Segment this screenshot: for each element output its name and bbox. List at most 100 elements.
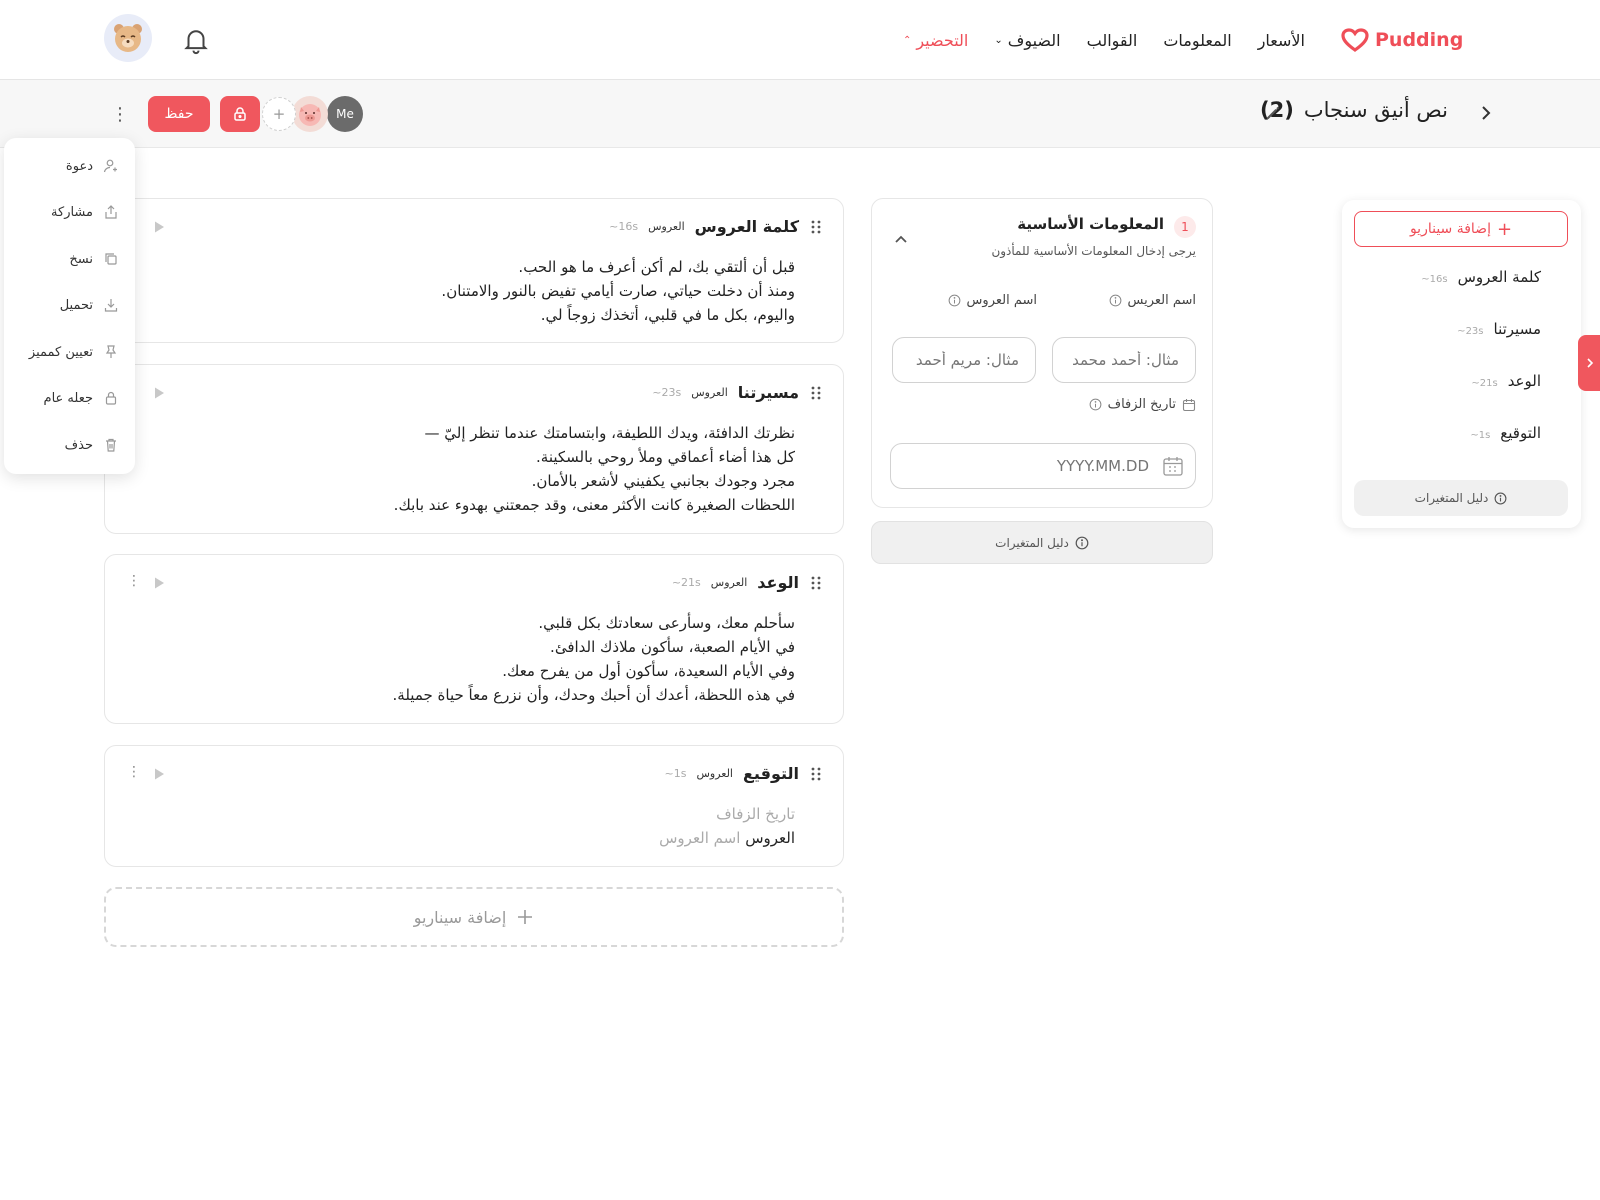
logo[interactable]: Pudding	[1341, 26, 1463, 54]
scenario-line: وفي الأيام السعيدة، سأكون أول من يفرح مع…	[502, 662, 795, 680]
scenario-title: الوعد	[757, 573, 799, 592]
chevron-down-icon: ⌄	[994, 34, 1003, 46]
scenario-text[interactable]: نظرتك الدافئة، ويدك اللطيفة، وابتسامتك ع…	[175, 421, 795, 517]
scenario-list-item[interactable]: مسيرتنا 23s~	[1457, 320, 1541, 338]
play-icon[interactable]	[151, 219, 167, 235]
menu-item-label: تعيين كمميز	[28, 344, 93, 360]
scenario-list-duration: 23s~	[1457, 326, 1484, 337]
user-plus-icon	[103, 159, 117, 173]
plus-icon: +	[1496, 218, 1513, 240]
scenario-list-item[interactable]: التوقيع 1s~	[1470, 424, 1541, 442]
scenario-duration: 1s~	[664, 767, 687, 780]
nav-templates[interactable]: القوالب	[1087, 31, 1138, 50]
variable-guide-button[interactable]: دليل المتغيرات	[1354, 480, 1568, 516]
add-scenario-label: إضافة سيناريو	[413, 907, 507, 927]
chevron-right-icon	[1587, 358, 1594, 368]
drag-handle-icon[interactable]	[809, 385, 823, 401]
info-icon	[1494, 492, 1507, 504]
user-avatar[interactable]	[104, 14, 152, 62]
variable-guide-button[interactable]: دليل المتغيرات	[871, 521, 1213, 564]
menu-item-pin[interactable]: تعيين كمميز	[29, 340, 119, 364]
bear-avatar-icon	[114, 24, 142, 52]
nav-preparation[interactable]: التحضير ⌃	[903, 31, 968, 50]
info-icon[interactable]	[1109, 294, 1122, 307]
scenario-role: العروس	[648, 220, 685, 233]
chevron-up-icon[interactable]	[892, 231, 910, 249]
menu-item-label: حذف	[64, 437, 93, 453]
logo-text: Pudding	[1375, 29, 1464, 51]
scenario-role: العروس	[710, 576, 748, 589]
bride-name-label: اسم العروس	[948, 293, 1037, 308]
bride-name-input[interactable]	[892, 337, 1036, 383]
groom-name-input[interactable]	[1052, 337, 1196, 383]
nav-info[interactable]: المعلومات	[1163, 31, 1231, 50]
more-options-icon[interactable]: ⋮	[127, 573, 141, 589]
scenario-list-title: الوعد	[1507, 372, 1541, 390]
drag-handle-icon[interactable]	[809, 766, 823, 782]
scenario-list-duration: 21s~	[1471, 378, 1498, 389]
collaborator-avatar-me[interactable]: Me	[327, 96, 363, 132]
more-options-menu: دعوة مشاركة نسخ تحميل تعيين كمميز جعله ع…	[4, 138, 135, 474]
menu-item-label: دعوة	[65, 158, 93, 174]
bell-icon[interactable]	[181, 25, 211, 55]
calendar-icon[interactable]	[1162, 455, 1184, 477]
field-label-text: اسم العروس	[966, 293, 1037, 308]
play-icon[interactable]	[151, 766, 167, 782]
scenario-card[interactable]: الوعد العروس 21s~ ⋮ سأحلم معك، وسأرعى سع…	[104, 554, 844, 724]
panel-title: المعلومات الأساسية	[1017, 215, 1164, 233]
nav-guests[interactable]: الضيوف ⌄	[994, 31, 1060, 50]
add-scenario-label: إضافة سيناريو	[1409, 221, 1491, 237]
wedding-date-input[interactable]	[890, 443, 1196, 489]
scenario-line: ومنذ أن دخلت حياتي، صارت أيامي تفيض بالن…	[441, 282, 795, 300]
drag-handle-icon[interactable]	[809, 575, 823, 591]
variable-wedding-date: تاريخ الزفاف	[716, 805, 795, 823]
more-options-icon[interactable]: ⋮	[127, 764, 141, 780]
pencil-icon[interactable]	[1264, 104, 1282, 122]
add-scenario-button[interactable]: + إضافة سيناريو	[1354, 211, 1568, 247]
add-collaborator-button[interactable]: +	[262, 97, 296, 131]
scenario-card[interactable]: مسيرتنا العروس 23s~ نظرتك الدافئة، ويدك …	[104, 364, 844, 534]
chevron-back-icon[interactable]	[1476, 101, 1496, 125]
menu-item-copy[interactable]: نسخ	[69, 247, 119, 271]
lock-button[interactable]	[220, 96, 260, 132]
scenario-list-duration: 1s~	[1470, 430, 1491, 441]
scenario-card[interactable]: كلمة العروس العروس 16s~ قبل أن ألتقي بك،…	[104, 198, 844, 343]
scenario-line: مجرد وجودك بجانبي يكفيني لأشعر بالأمان.	[531, 472, 795, 490]
field-label-text: تاريخ الزفاف	[1107, 397, 1176, 412]
document-title: نص أنيق سنجاب (2)	[1260, 98, 1448, 122]
side-panel-toggle[interactable]	[1578, 335, 1600, 391]
menu-item-delete[interactable]: حذف	[65, 433, 119, 457]
menu-item-make-public[interactable]: جعله عام	[44, 386, 119, 410]
menu-item-share[interactable]: مشاركة	[51, 200, 119, 224]
info-icon[interactable]	[1089, 398, 1102, 411]
scenario-card-header: مسيرتنا العروس 23s~	[652, 383, 823, 402]
panel-subtitle: يرجى إدخال المعلومات الأساسية للمأذون	[991, 244, 1196, 258]
nav-pricing[interactable]: الأسعار	[1258, 31, 1305, 50]
scenario-card[interactable]: التوقيع العروس 1s~ ⋮ تاريخ الزفاف العروس…	[104, 745, 844, 867]
signature-line: العروس اسم العروس	[175, 826, 795, 850]
scenario-list-item[interactable]: الوعد 21s~	[1471, 372, 1541, 390]
save-button[interactable]: حفظ	[148, 96, 210, 132]
calendar-icon	[1182, 398, 1196, 411]
more-options-icon[interactable]: ⋮	[111, 100, 129, 128]
add-scenario-button[interactable]: إضافة سيناريو	[104, 887, 844, 947]
scenario-text[interactable]: سأحلم معك، وسأرعى سعادتك بكل قلبي. في ال…	[175, 611, 795, 707]
scenario-line: واليوم، بكل ما في قلبي، أتخذك زوجاً لي.	[540, 306, 795, 324]
menu-item-label: نسخ	[69, 251, 93, 267]
play-icon[interactable]	[151, 385, 167, 401]
nav-label: الضيوف	[1007, 30, 1061, 50]
menu-item-invite[interactable]: دعوة	[66, 154, 119, 178]
play-icon[interactable]	[151, 575, 167, 591]
scenario-list-item[interactable]: كلمة العروس 16s~	[1421, 268, 1541, 286]
info-icon[interactable]	[948, 294, 961, 307]
collaborator-avatar[interactable]	[292, 96, 328, 132]
groom-name-label: اسم العريس	[1109, 293, 1196, 308]
info-icon	[1075, 536, 1089, 549]
scenario-title: مسيرتنا	[737, 383, 799, 402]
scenario-text[interactable]: تاريخ الزفاف العروس اسم العروس	[175, 802, 795, 850]
wedding-date-label: تاريخ الزفاف	[1089, 397, 1196, 412]
scenario-text[interactable]: قبل أن ألتقي بك، لم أكن أعرف ما هو الحب.…	[175, 255, 795, 327]
scenario-list-title: كلمة العروس	[1457, 268, 1541, 286]
menu-item-download[interactable]: تحميل	[60, 293, 119, 317]
drag-handle-icon[interactable]	[809, 219, 823, 235]
